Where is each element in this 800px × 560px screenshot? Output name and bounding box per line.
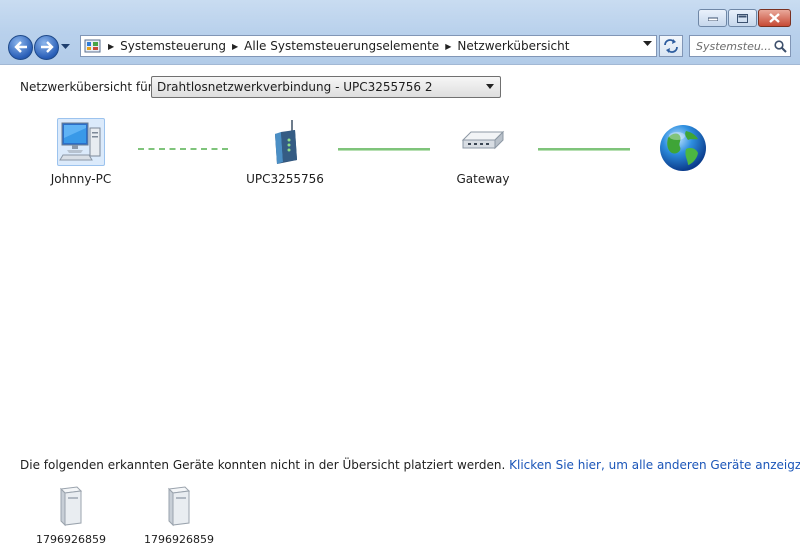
wireless-router-icon [275,120,297,164]
breadcrumb-systemsteuerung[interactable]: Systemsteuerung [120,39,226,53]
maximize-icon [737,13,748,23]
unplaced-devices-text: Die folgenden erkannten Geräte konnten n… [20,458,506,472]
unplaced-device[interactable]: 1796926859 [144,485,214,546]
back-arrow-icon [13,41,27,53]
breadcrumb-separator[interactable]: ▶ [108,42,114,51]
navigation-buttons [8,34,70,60]
forward-arrow-icon [40,41,54,53]
maximize-button[interactable] [728,9,757,27]
breadcrumb-netzwerkuebersicht[interactable]: Netzwerkübersicht [457,39,569,53]
map-node-label: UPC3255756 [246,172,324,186]
chevron-down-icon [486,84,494,89]
internet-globe-icon [660,125,706,171]
map-node-label: Johnny-PC [50,172,112,186]
breadcrumb-separator[interactable]: ▶ [232,42,238,51]
recent-pages-button[interactable] [60,35,70,59]
unplaced-device[interactable]: 1796926859 [36,485,106,546]
connection-select-value: Drahtlosnetzwerkverbindung - UPC3255756 … [157,80,433,94]
breadcrumb-alle-elemente[interactable]: Alle Systemsteuerungselemente [244,39,439,53]
show-other-devices-link[interactable]: Klicken Sie hier, um alle anderen Geräte… [509,458,800,472]
close-button[interactable] [758,9,791,27]
address-bar[interactable]: ▶ Systemsteuerung ▶ Alle Systemsteuerung… [80,35,657,57]
network-device-icon [167,486,191,527]
refresh-icon [664,39,678,53]
breadcrumb-separator[interactable]: ▶ [445,42,451,51]
content-area: Netzwerkübersicht für Drahtlosnetzwerkve… [0,65,800,560]
close-icon [769,13,780,23]
address-dropdown-icon[interactable] [643,41,652,47]
back-button[interactable] [8,34,33,60]
minimize-button[interactable] [698,9,727,27]
search-icon[interactable] [774,39,787,53]
control-panel-icon [84,39,101,53]
map-node-label: Gateway [456,172,510,186]
unplaced-device-label: 1796926859 [36,533,106,546]
wired-link-line [538,148,630,151]
map-node-internet[interactable] [657,123,709,179]
unplaced-devices-notice: Die folgenden erkannten Geräte konnten n… [20,458,800,472]
title-bar: ▶ Systemsteuerung ▶ Alle Systemsteuerung… [0,0,800,65]
map-node-router[interactable]: UPC3255756 [238,118,332,186]
minimize-icon [707,17,718,21]
wired-link-line [338,148,430,151]
search-input[interactable] [696,39,772,53]
unplaced-device-label: 1796926859 [144,533,214,546]
forward-button[interactable] [34,34,59,60]
computer-icon [59,122,101,161]
connection-select[interactable]: Drahtlosnetzwerkverbindung - UPC3255756 … [151,76,501,98]
gateway-icon [461,130,505,150]
chevron-down-icon [60,44,70,49]
map-node-gateway[interactable]: Gateway [441,118,525,186]
refresh-button[interactable] [659,35,683,57]
network-map-window: ▶ Systemsteuerung ▶ Alle Systemsteuerung… [0,0,800,560]
search-box[interactable] [689,35,791,57]
overview-label: Netzwerkübersicht für [20,80,153,94]
wireless-link-line [138,148,228,150]
network-device-icon [59,486,83,527]
caption-buttons [697,9,791,27]
map-node-computer[interactable]: Johnny-PC [38,118,124,186]
